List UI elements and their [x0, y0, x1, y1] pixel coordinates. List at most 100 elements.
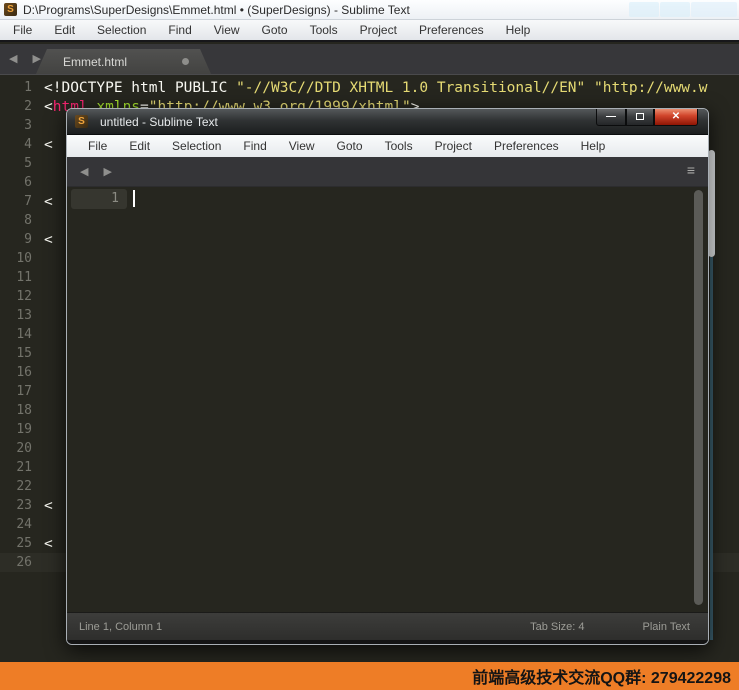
code-token: < — [44, 136, 53, 153]
tab-dirty-indicator-icon — [182, 58, 189, 65]
code-token: < — [44, 535, 53, 552]
code-text: < — [44, 232, 53, 248]
line-number: 3 — [24, 118, 32, 133]
popup-statusbar: Line 1, Column 1 Tab Size: 4 Plain Text — [67, 612, 708, 640]
popup-line-number: 1 — [111, 191, 119, 206]
popup-menubar: File Edit Selection Find View Goto Tools… — [67, 135, 708, 157]
sublime-app-icon: S — [4, 3, 17, 16]
line-number: 11 — [16, 270, 32, 285]
outer-menu-goto[interactable]: Goto — [251, 19, 299, 41]
popup-scrollbar-thumb[interactable] — [694, 190, 703, 605]
status-tab-size[interactable]: Tab Size: 4 — [530, 621, 584, 633]
line-number: 22 — [16, 479, 32, 494]
outer-minimize-button[interactable] — [629, 2, 659, 17]
popup-titlebar[interactable]: S untitled - Sublime Text — ✕ — [67, 109, 708, 135]
outer-window-title: D:\Programs\SuperDesigns\Emmet.html • (S… — [23, 2, 410, 17]
outer-scrollbar-track[interactable] — [710, 257, 713, 640]
line-number: 23 — [16, 498, 32, 513]
popup-menu-tools[interactable]: Tools — [374, 135, 424, 157]
popup-tabstrip: ◀ ▶ ≡ — [67, 157, 708, 187]
line-number: 2 — [24, 99, 32, 114]
line-number: 18 — [16, 403, 32, 418]
popup-editor[interactable]: 1 — [67, 187, 708, 612]
code-text: < — [44, 536, 53, 552]
popup-window[interactable]: S untitled - Sublime Text — ✕ File Edit … — [66, 108, 709, 645]
code-line[interactable]: 1 <!DOCTYPE html PUBLIC "-//W3C//DTD XHTM… — [0, 78, 739, 97]
outer-menu-preferences[interactable]: Preferences — [408, 19, 495, 41]
code-token: < — [44, 231, 53, 248]
outer-menubar: File Edit Selection Find View Goto Tools… — [0, 20, 739, 42]
popup-menu-file[interactable]: File — [77, 135, 118, 157]
qq-banner-text: 前端高级技术交流QQ群: 279422298 — [472, 670, 731, 687]
line-number: 4 — [24, 137, 32, 152]
popup-menu-view[interactable]: View — [278, 135, 326, 157]
popup-menu-selection[interactable]: Selection — [161, 135, 232, 157]
popup-close-button[interactable]: ✕ — [654, 109, 698, 126]
status-cursor-position: Line 1, Column 1 — [79, 620, 163, 633]
screen: S D:\Programs\SuperDesigns\Emmet.html • … — [0, 0, 739, 690]
line-number: 6 — [24, 175, 32, 190]
popup-menu-help[interactable]: Help — [570, 135, 617, 157]
outer-tabbar: ◀ ▶ Emmet.html — [0, 44, 739, 75]
line-number: 8 — [24, 213, 32, 228]
popup-menu-goto[interactable]: Goto — [326, 135, 374, 157]
line-number: 17 — [16, 384, 32, 399]
outer-menu-view[interactable]: View — [203, 19, 251, 41]
line-number: 26 — [16, 555, 32, 570]
outer-close-button[interactable] — [691, 2, 737, 17]
code-token: "-//W3C//DTD XHTML 1.0 Transitional//EN" — [236, 79, 586, 96]
status-syntax[interactable]: Plain Text — [643, 621, 691, 633]
popup-window-buttons: — ✕ — [596, 109, 698, 126]
tab-overflow-menu-icon[interactable]: ≡ — [687, 162, 695, 178]
outer-menu-find[interactable]: Find — [157, 19, 202, 41]
outer-menu-help[interactable]: Help — [495, 19, 542, 41]
popup-menu-find[interactable]: Find — [232, 135, 277, 157]
code-token: "http://www.w — [594, 79, 708, 96]
line-number: 19 — [16, 422, 32, 437]
code-token: < — [44, 98, 53, 115]
outer-scrollbar-thumb[interactable] — [708, 150, 715, 257]
line-number: 7 — [24, 194, 32, 209]
popup-menu-project[interactable]: Project — [424, 135, 483, 157]
line-number: 12 — [16, 289, 32, 304]
outer-titlebar[interactable]: S D:\Programs\SuperDesigns\Emmet.html • … — [0, 0, 739, 20]
code-text: < — [44, 194, 53, 210]
code-text: < — [44, 498, 53, 514]
qq-banner: 前端高级技术交流QQ群: 279422298 — [0, 662, 739, 690]
code-token: < — [44, 193, 53, 210]
code-token: < — [44, 497, 53, 514]
line-number: 21 — [16, 460, 32, 475]
line-number: 13 — [16, 308, 32, 323]
popup-tab-nav-arrows-icon[interactable]: ◀ ▶ — [80, 165, 118, 178]
tab-label: Emmet.html — [63, 54, 128, 69]
popup-minimize-button[interactable]: — — [596, 109, 626, 126]
outer-menu-project[interactable]: Project — [349, 19, 408, 41]
line-number: 20 — [16, 441, 32, 456]
line-number: 1 — [24, 80, 32, 95]
line-number: 24 — [16, 517, 32, 532]
outer-menu-tools[interactable]: Tools — [299, 19, 349, 41]
popup-menu-edit[interactable]: Edit — [118, 135, 161, 157]
outer-menu-selection[interactable]: Selection — [86, 19, 157, 41]
line-number: 10 — [16, 251, 32, 266]
line-number: 9 — [24, 232, 32, 247]
code-text: < — [44, 137, 53, 153]
line-number: 5 — [24, 156, 32, 171]
popup-menu-preferences[interactable]: Preferences — [483, 135, 570, 157]
outer-window-buttons — [629, 2, 737, 17]
tab-emmet-html[interactable]: Emmet.html — [36, 49, 211, 74]
popup-sublime-app-icon: S — [75, 115, 88, 128]
popup-maximize-button[interactable] — [626, 109, 654, 126]
maximize-icon — [636, 113, 644, 120]
outer-maximize-button[interactable] — [660, 2, 690, 17]
popup-frame-bottom — [67, 640, 708, 644]
line-number: 25 — [16, 536, 32, 551]
outer-menu-file[interactable]: File — [2, 19, 43, 41]
outer-menu-edit[interactable]: Edit — [43, 19, 86, 41]
popup-window-title: untitled - Sublime Text — [100, 114, 218, 129]
code-token: <!DOCTYPE html PUBLIC — [44, 79, 237, 96]
line-number: 15 — [16, 346, 32, 361]
code-text: <!DOCTYPE html PUBLIC "-//W3C//DTD XHTML… — [44, 80, 708, 96]
line-number: 16 — [16, 365, 32, 380]
